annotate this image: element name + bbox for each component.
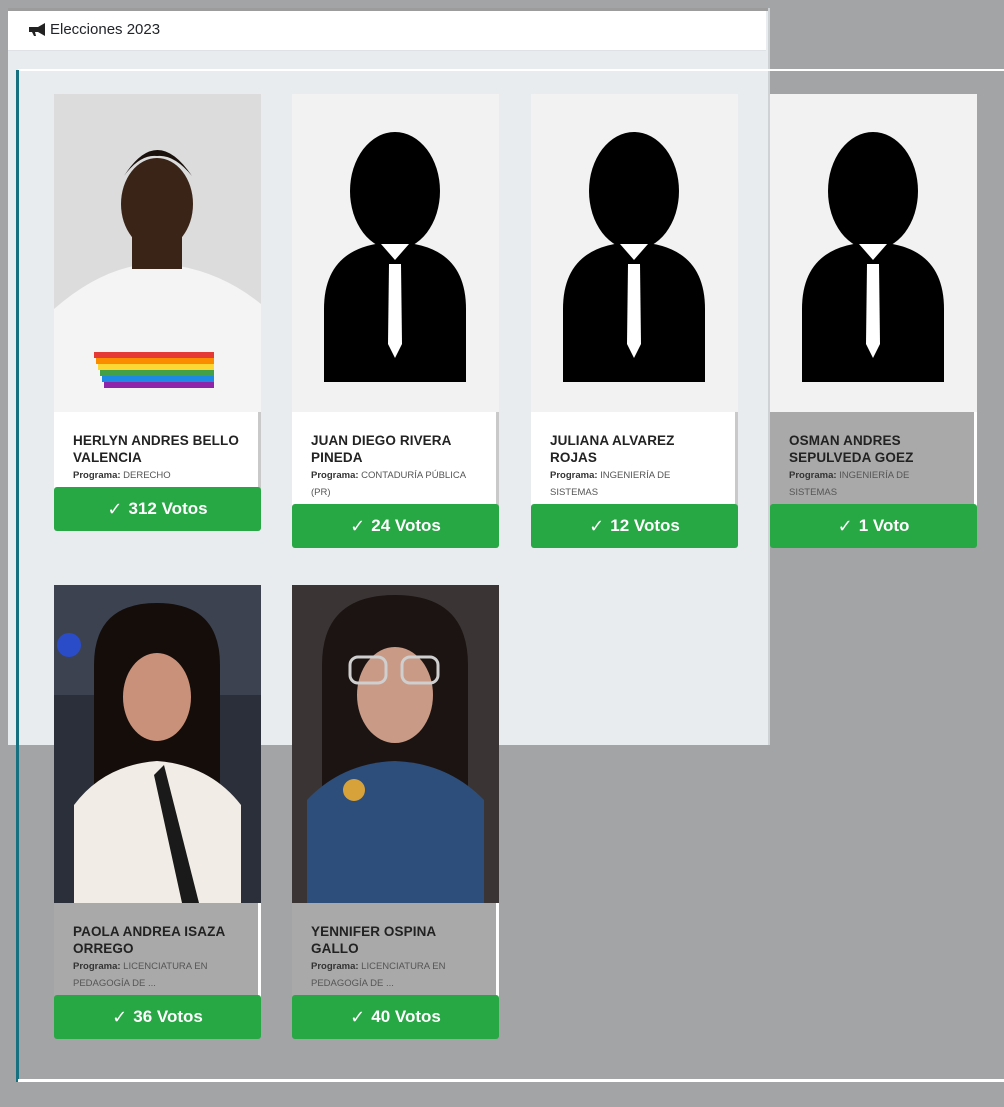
candidate-program: Programa: INGENIERÍA DE SISTEMAS [789,470,910,498]
candidate-info: JUAN DIEGO RIVERA PINEDA Programa: CONTA… [292,412,499,513]
candidate-card: JUAN DIEGO RIVERA PINEDA Programa: CONTA… [292,94,499,548]
candidate-program: Programa: DERECHO [73,470,171,481]
vote-button[interactable]: ✓ 312 Votos [54,487,261,531]
candidate-name: JUAN DIEGO RIVERA PINEDA [311,433,451,465]
frame-left-accent [16,70,19,1082]
placeholder-avatar [292,94,499,412]
megaphone-icon [28,20,48,38]
vote-button[interactable]: ✓ 1 Voto [770,504,977,548]
candidate-photo [54,94,261,412]
candidate-program: Programa: INGENIERÍA DE SISTEMAS [550,470,671,498]
check-icon: ✓ [589,515,605,536]
candidate-card: JULIANA ALVAREZ ROJAS Programa: INGENIER… [531,94,738,548]
candidate-name: PAOLA ANDREA ISAZA ORREGO [73,924,225,956]
candidate-photo [54,585,261,903]
candidate-card: PAOLA ANDREA ISAZA ORREGO Programa: LICE… [54,585,261,1039]
header-bar: Elecciones 2023 [8,8,766,51]
candidate-program: Programa: LICENCIATURA EN PEDAGOGÍA DE .… [73,961,208,989]
candidate-card: OSMAN ANDRES SEPULVEDA GOEZ Programa: IN… [770,94,977,548]
candidate-name: JULIANA ALVAREZ ROJAS [550,433,675,465]
candidate-card: YENNIFER OSPINA GALLO Programa: LICENCIA… [292,585,499,1039]
header-divider [8,8,768,11]
candidate-info: JULIANA ALVAREZ ROJAS Programa: INGENIER… [531,412,738,513]
placeholder-avatar [770,94,977,412]
frame-top-border [18,69,1004,71]
vote-button[interactable]: ✓ 24 Votos [292,504,499,548]
candidate-info: YENNIFER OSPINA GALLO Programa: LICENCIA… [292,903,499,1004]
candidate-info: OSMAN ANDRES SEPULVEDA GOEZ Programa: IN… [770,412,977,513]
frame-bottom-border [18,1079,1004,1082]
page-title: Elecciones 2023 [50,20,161,38]
candidate-card: HERLYN ANDRES BELLO VALENCIA Programa: D… [54,94,261,531]
candidate-info: HERLYN ANDRES BELLO VALENCIA Programa: D… [54,412,261,496]
candidate-info: PAOLA ANDREA ISAZA ORREGO Programa: LICE… [54,903,261,1004]
check-icon: ✓ [350,515,366,536]
vote-button[interactable]: ✓ 12 Votos [531,504,738,548]
candidate-photo [292,585,499,903]
placeholder-avatar [531,94,738,412]
candidate-program: Programa: LICENCIATURA EN PEDAGOGÍA DE .… [311,961,446,989]
check-icon: ✓ [107,498,123,519]
candidate-name: HERLYN ANDRES BELLO VALENCIA [73,433,239,465]
vote-button[interactable]: ✓ 40 Votos [292,995,499,1039]
candidate-name: OSMAN ANDRES SEPULVEDA GOEZ [789,433,914,465]
check-icon: ✓ [837,515,853,536]
vote-button[interactable]: ✓ 36 Votos [54,995,261,1039]
candidate-program: Programa: CONTADURÍA PÚBLICA (PR) [311,470,466,498]
check-icon: ✓ [350,1006,366,1027]
check-icon: ✓ [112,1006,128,1027]
candidate-name: YENNIFER OSPINA GALLO [311,924,436,956]
